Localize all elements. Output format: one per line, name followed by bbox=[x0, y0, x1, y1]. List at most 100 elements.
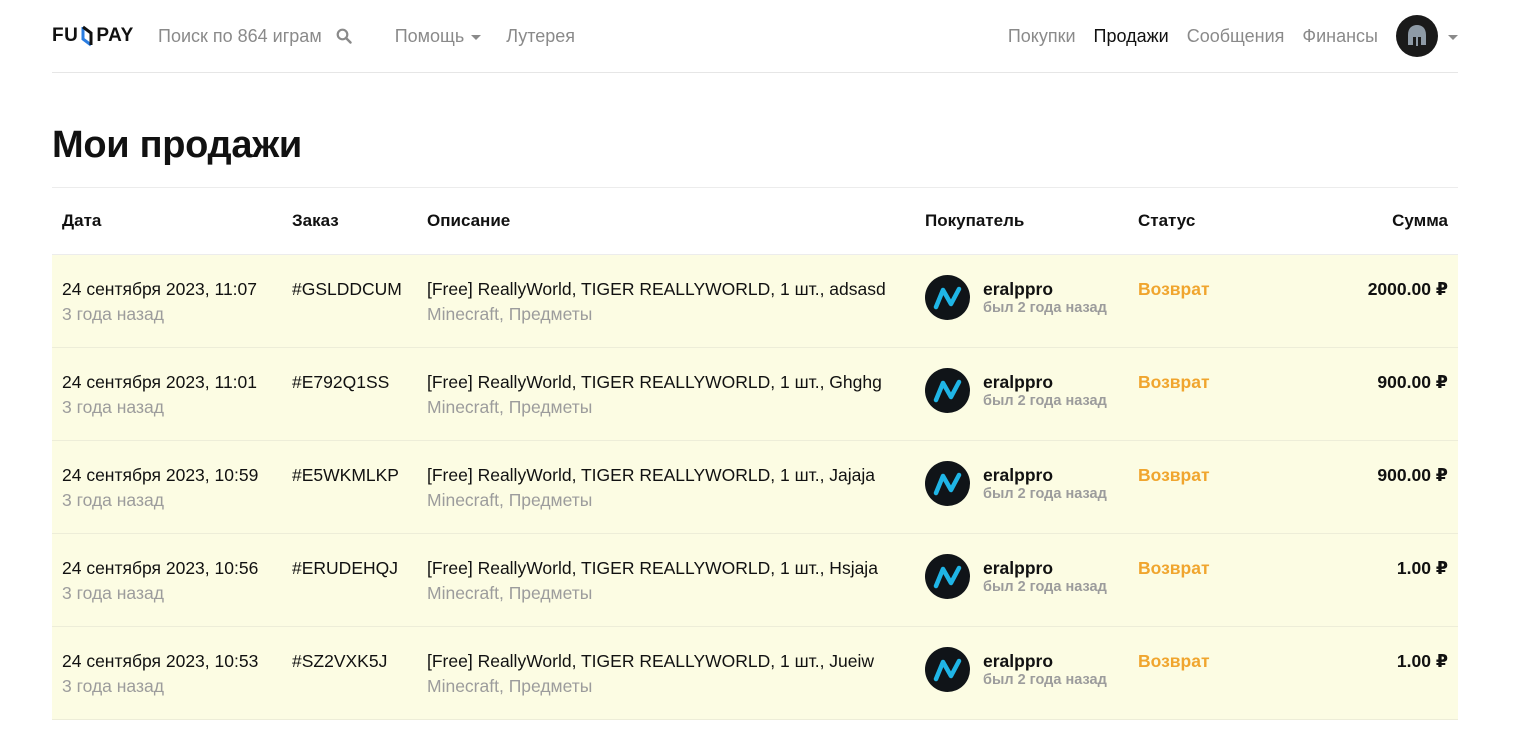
cell-date: 24 сентября 2023, 10:59 3 года назад bbox=[52, 441, 292, 513]
page: FU PAY Поиск по 864 играм Помощь Лутерея bbox=[52, 0, 1458, 720]
cell-buyer: eralppro был 2 года назад bbox=[925, 441, 1138, 506]
order-date: 24 сентября 2023, 11:01 bbox=[62, 372, 258, 392]
order-status: Возврат bbox=[1138, 372, 1210, 392]
header-order: Заказ bbox=[292, 211, 339, 230]
nav-left: Помощь Лутерея bbox=[395, 26, 600, 47]
order-category: Minecraft, Предметы bbox=[427, 676, 593, 696]
caret-down-icon bbox=[471, 34, 482, 40]
buyer-name[interactable]: eralppro bbox=[983, 558, 1107, 578]
buyer-avatar-icon bbox=[933, 472, 961, 495]
buyer-avatar[interactable] bbox=[925, 647, 970, 692]
cell-date: 24 сентября 2023, 11:01 3 года назад bbox=[52, 348, 292, 420]
order-date: 24 сентября 2023, 10:59 bbox=[62, 465, 259, 485]
buyer-avatar-icon bbox=[933, 286, 961, 309]
cell-date: 24 сентября 2023, 10:56 3 года назад bbox=[52, 534, 292, 606]
cell-description: [Free] ReallyWorld, TIGER REALLYWORLD, 1… bbox=[427, 255, 925, 327]
search-icon[interactable] bbox=[336, 28, 352, 44]
order-description: [Free] ReallyWorld, TIGER REALLYWORLD, 1… bbox=[427, 372, 882, 392]
order-category: Minecraft, Предметы bbox=[427, 490, 593, 510]
order-id: #SZ2VXK5J bbox=[292, 651, 388, 671]
order-id: #E5WKMLKP bbox=[292, 465, 399, 485]
order-category: Minecraft, Предметы bbox=[427, 397, 593, 417]
buyer-last-seen: был 2 года назад bbox=[983, 485, 1107, 502]
logo-mark-icon bbox=[81, 25, 93, 47]
nav-finances[interactable]: Финансы bbox=[1302, 26, 1378, 47]
cell-buyer: eralppro был 2 года назад bbox=[925, 534, 1138, 599]
buyer-name[interactable]: eralppro bbox=[983, 372, 1107, 392]
buyer-avatar[interactable] bbox=[925, 461, 970, 506]
order-ago: 3 года назад bbox=[62, 490, 164, 510]
cell-description: [Free] ReallyWorld, TIGER REALLYWORLD, 1… bbox=[427, 348, 925, 420]
buyer-avatar-icon bbox=[933, 379, 961, 402]
table-row[interactable]: 24 сентября 2023, 11:07 3 года назад #GS… bbox=[52, 255, 1458, 348]
order-category: Minecraft, Предметы bbox=[427, 304, 593, 324]
funpay-logo[interactable]: FU PAY bbox=[52, 25, 158, 47]
order-id: #E792Q1SS bbox=[292, 372, 390, 392]
buyer-name[interactable]: eralppro bbox=[983, 279, 1107, 299]
order-sum: 1.00 ₽ bbox=[1396, 651, 1448, 671]
table-header: Дата Заказ Описание Покупатель Статус Су… bbox=[52, 188, 1458, 255]
buyer-avatar[interactable] bbox=[925, 368, 970, 413]
buyer-name[interactable]: eralppro bbox=[983, 465, 1107, 485]
buyer-avatar-icon bbox=[933, 658, 961, 681]
buyer-last-seen: был 2 года назад bbox=[983, 671, 1107, 688]
page-title: Мои продажи bbox=[52, 124, 302, 166]
buyer-name[interactable]: eralppro bbox=[983, 651, 1107, 671]
order-sum: 1.00 ₽ bbox=[1396, 558, 1448, 578]
user-avatar[interactable] bbox=[1396, 15, 1438, 57]
cell-description: [Free] ReallyWorld, TIGER REALLYWORLD, 1… bbox=[427, 627, 925, 699]
logo-text-left: FU bbox=[52, 25, 79, 46]
table-row[interactable]: 24 сентября 2023, 11:01 3 года назад #E7… bbox=[52, 348, 1458, 441]
buyer-last-seen: был 2 года назад bbox=[983, 392, 1107, 409]
table-row[interactable]: 24 сентября 2023, 10:56 3 года назад #ER… bbox=[52, 534, 1458, 627]
header-buyer: Покупатель bbox=[925, 211, 1025, 230]
order-status: Возврат bbox=[1138, 465, 1210, 485]
order-ago: 3 года назад bbox=[62, 397, 164, 417]
lottery-link[interactable]: Лутерея bbox=[506, 26, 575, 47]
nav-purchases[interactable]: Покупки bbox=[1008, 26, 1076, 47]
order-sum: 2000.00 ₽ bbox=[1367, 279, 1448, 299]
header-description: Описание bbox=[427, 211, 511, 230]
table-row[interactable]: 24 сентября 2023, 10:53 3 года назад #SZ… bbox=[52, 627, 1458, 720]
nav-right: Покупки Продажи Сообщения Финансы bbox=[990, 0, 1458, 72]
nav-sales[interactable]: Продажи bbox=[1094, 26, 1169, 47]
cell-date: 24 сентября 2023, 11:07 3 года назад bbox=[52, 255, 292, 327]
order-description: [Free] ReallyWorld, TIGER REALLYWORLD, 1… bbox=[427, 558, 878, 578]
nav-messages[interactable]: Сообщения bbox=[1187, 26, 1285, 47]
buyer-last-seen: был 2 года назад bbox=[983, 299, 1107, 316]
buyer-avatar-icon bbox=[933, 565, 961, 588]
order-description: [Free] ReallyWorld, TIGER REALLYWORLD, 1… bbox=[427, 651, 875, 671]
header-status: Статус bbox=[1138, 211, 1196, 230]
cell-buyer: eralppro был 2 года назад bbox=[925, 627, 1138, 692]
buyer-last-seen: был 2 года назад bbox=[983, 578, 1107, 595]
search-placeholder: Поиск по 864 играм bbox=[158, 25, 322, 46]
order-status: Возврат bbox=[1138, 651, 1210, 671]
table-row[interactable]: 24 сентября 2023, 10:59 3 года назад #E5… bbox=[52, 441, 1458, 534]
order-ago: 3 года назад bbox=[62, 583, 164, 603]
order-ago: 3 года назад bbox=[62, 304, 164, 324]
help-menu[interactable]: Помощь bbox=[395, 26, 482, 47]
order-category: Minecraft, Предметы bbox=[427, 583, 593, 603]
buyer-avatar[interactable] bbox=[925, 554, 970, 599]
cell-description: [Free] ReallyWorld, TIGER REALLYWORLD, 1… bbox=[427, 534, 925, 606]
order-sum: 900.00 ₽ bbox=[1377, 372, 1448, 392]
buyer-avatar[interactable] bbox=[925, 275, 970, 320]
lottery-link-label: Лутерея bbox=[506, 25, 576, 46]
order-sum: 900.00 ₽ bbox=[1377, 465, 1448, 485]
cell-date: 24 сентября 2023, 10:53 3 года назад bbox=[52, 627, 292, 699]
user-menu-caret-icon[interactable] bbox=[1448, 34, 1458, 40]
cell-description: [Free] ReallyWorld, TIGER REALLYWORLD, 1… bbox=[427, 441, 925, 513]
order-description: [Free] ReallyWorld, TIGER REALLYWORLD, 1… bbox=[427, 279, 886, 299]
logo-text-right: PAY bbox=[96, 25, 134, 46]
cell-buyer: eralppro был 2 года назад bbox=[925, 348, 1138, 413]
help-menu-label: Помощь bbox=[394, 25, 465, 46]
helmet-avatar-icon bbox=[1408, 25, 1426, 46]
order-id: #ERUDEHQJ bbox=[292, 558, 398, 578]
order-description: [Free] ReallyWorld, TIGER REALLYWORLD, 1… bbox=[427, 465, 876, 485]
order-date: 24 сентября 2023, 10:53 bbox=[62, 651, 259, 671]
order-ago: 3 года назад bbox=[62, 676, 164, 696]
sales-table: Дата Заказ Описание Покупатель Статус Су… bbox=[52, 187, 1458, 720]
search-box[interactable]: Поиск по 864 играм bbox=[158, 26, 352, 47]
top-navbar: FU PAY Поиск по 864 играм Помощь Лутерея bbox=[52, 0, 1458, 73]
header-date: Дата bbox=[62, 211, 102, 230]
